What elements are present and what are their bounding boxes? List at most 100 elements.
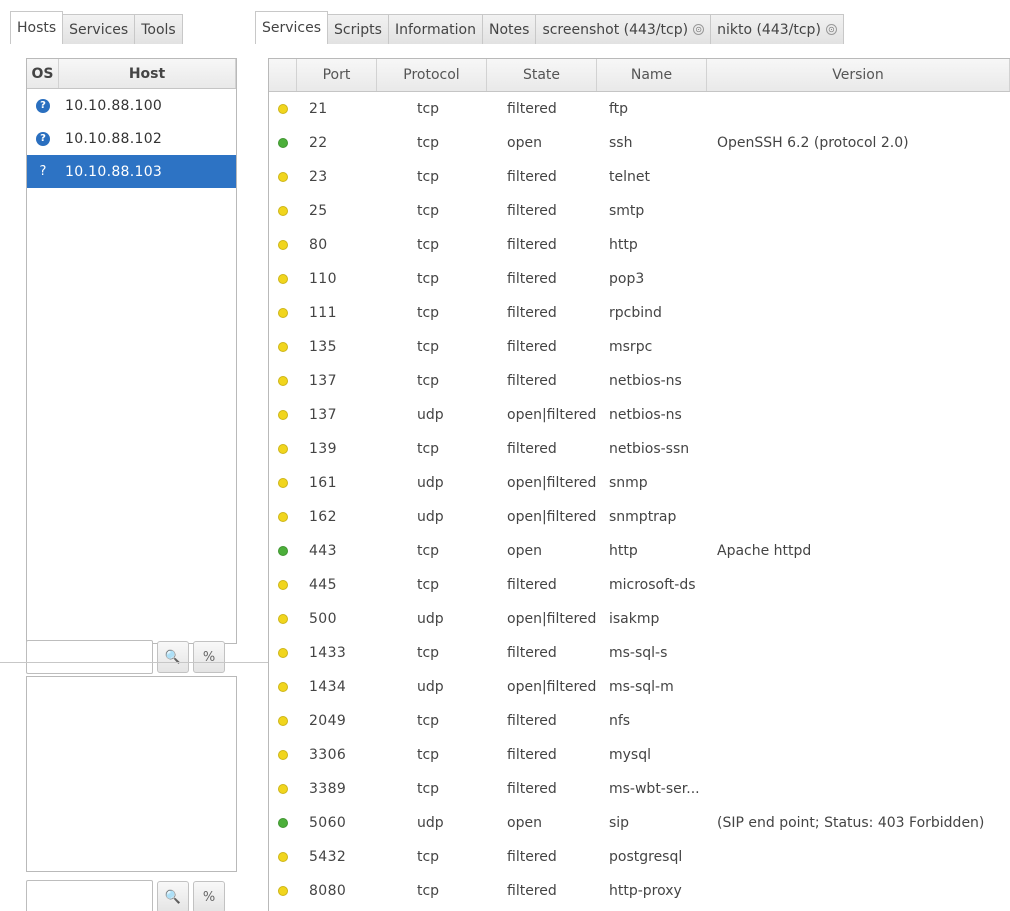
service-row[interactable]: 137 udp open|filtered netbios-ns bbox=[269, 398, 1010, 432]
close-tab-icon[interactable]: ⊙ bbox=[693, 24, 705, 35]
service-row[interactable]: 2049 tcp filtered nfs bbox=[269, 704, 1010, 738]
state-cell: filtered bbox=[507, 577, 557, 593]
tab-scripts[interactable]: Scripts bbox=[327, 14, 389, 44]
search-button-lower[interactable]: 🔍 bbox=[157, 881, 189, 911]
tab-services-left[interactable]: Services bbox=[62, 14, 136, 44]
tab-screenshot[interactable]: screenshot (443/tcp) ⊙ bbox=[535, 14, 712, 44]
column-header-os[interactable]: OS bbox=[27, 59, 59, 88]
service-row[interactable]: 110 tcp filtered pop3 bbox=[269, 262, 1010, 296]
search-button[interactable]: 🔍 bbox=[157, 641, 189, 673]
tab-tools[interactable]: Tools bbox=[134, 14, 183, 44]
name-cell: rpcbind bbox=[609, 305, 662, 321]
filtered-status-icon bbox=[278, 648, 288, 658]
name-cell: telnet bbox=[609, 169, 650, 185]
status-cell bbox=[269, 580, 297, 590]
service-row[interactable]: 3306 tcp filtered mysql bbox=[269, 738, 1010, 772]
service-row[interactable]: 161 udp open|filtered snmp bbox=[269, 466, 1010, 500]
host-row[interactable]: ? 10.10.88.102 bbox=[27, 122, 236, 155]
state-cell: filtered bbox=[507, 203, 557, 219]
hosts-table-lower bbox=[26, 676, 237, 872]
name-cell: postgresql bbox=[609, 849, 683, 865]
host-filter-input[interactable] bbox=[26, 640, 153, 674]
filter-toggle-button-lower[interactable]: % bbox=[193, 881, 225, 911]
protocol-cell: tcp bbox=[417, 169, 440, 185]
service-row[interactable]: 162 udp open|filtered snmptrap bbox=[269, 500, 1010, 534]
filtered-status-icon bbox=[278, 444, 288, 454]
state-cell: open bbox=[507, 135, 542, 151]
name-cell: microsoft-ds bbox=[609, 577, 696, 593]
status-cell bbox=[269, 784, 297, 794]
service-row[interactable]: 445 tcp filtered microsoft-ds bbox=[269, 568, 1010, 602]
tab-hosts[interactable]: Hosts bbox=[10, 11, 64, 44]
filter-toggle-button[interactable]: % bbox=[193, 641, 225, 673]
tab-notes-label: Notes bbox=[489, 21, 530, 38]
service-row[interactable]: 5060 udp open sip (SIP end point; Status: 40… bbox=[269, 806, 1010, 840]
column-header-name[interactable]: Name bbox=[597, 59, 707, 91]
service-row[interactable]: 500 udp open|filtered isakmp bbox=[269, 602, 1010, 636]
column-header-port[interactable]: Port bbox=[297, 59, 377, 91]
state-cell: open|filtered bbox=[507, 407, 597, 423]
service-row[interactable]: 5432 tcp filtered postgresql bbox=[269, 840, 1010, 874]
service-row[interactable]: 135 tcp filtered msrpc bbox=[269, 330, 1010, 364]
status-cell bbox=[269, 240, 297, 250]
service-row[interactable]: 8080 tcp filtered http-proxy bbox=[269, 874, 1010, 908]
service-row[interactable]: 80 tcp filtered http bbox=[269, 228, 1010, 262]
name-cell: http bbox=[609, 237, 638, 253]
state-cell: filtered bbox=[507, 339, 557, 355]
service-row[interactable]: 23 tcp filtered telnet bbox=[269, 160, 1010, 194]
port-cell: 3306 bbox=[309, 747, 347, 763]
search-icon: 🔍 bbox=[164, 889, 182, 905]
host-row-selected[interactable]: ? 10.10.88.103 bbox=[27, 155, 236, 188]
filtered-status-icon bbox=[278, 682, 288, 692]
tab-services[interactable]: Services bbox=[255, 11, 329, 44]
service-row[interactable]: 22 tcp open ssh OpenSSH 6.2 (protocol 2.0) bbox=[269, 126, 1010, 160]
status-cell bbox=[269, 172, 297, 182]
filtered-status-icon bbox=[278, 512, 288, 522]
host-ip: 10.10.88.102 bbox=[65, 130, 163, 147]
filtered-status-icon bbox=[278, 342, 288, 352]
protocol-cell: tcp bbox=[417, 849, 440, 865]
column-header-host[interactable]: Host bbox=[59, 59, 236, 88]
column-header-protocol[interactable]: Protocol bbox=[377, 59, 487, 91]
port-cell: 500 bbox=[309, 611, 337, 627]
tab-information[interactable]: Information bbox=[387, 14, 483, 44]
port-cell: 137 bbox=[309, 407, 337, 423]
service-row[interactable]: 1434 udp open|filtered ms-sql-m bbox=[269, 670, 1010, 704]
service-row[interactable]: 139 tcp filtered netbios-ssn bbox=[269, 432, 1010, 466]
hosts-table: OS Host ? 10.10.88.100 ? 10.10.88.102 ? … bbox=[26, 58, 237, 644]
host-row[interactable]: ? 10.10.88.100 bbox=[27, 89, 236, 122]
column-header-state[interactable]: State bbox=[487, 59, 597, 91]
port-cell: 137 bbox=[309, 373, 337, 389]
port-cell: 21 bbox=[309, 101, 328, 117]
port-cell: 22 bbox=[309, 135, 328, 151]
column-header-status[interactable] bbox=[269, 59, 297, 91]
service-row[interactable]: 443 tcp open http Apache httpd bbox=[269, 534, 1010, 568]
service-row[interactable]: 111 tcp filtered rpcbind bbox=[269, 296, 1010, 330]
version-cell: Apache httpd bbox=[717, 543, 812, 559]
name-cell: smtp bbox=[609, 203, 645, 219]
host-filter-input-lower[interactable] bbox=[26, 880, 153, 911]
service-row[interactable]: 25 tcp filtered smtp bbox=[269, 194, 1010, 228]
filtered-status-icon bbox=[278, 784, 288, 794]
close-tab-icon[interactable]: ⊙ bbox=[825, 24, 837, 35]
services-table-header: Port Protocol State Name Version bbox=[269, 59, 1010, 92]
service-row[interactable]: 3389 tcp filtered ms-wbt-ser... bbox=[269, 772, 1010, 806]
column-header-version[interactable]: Version bbox=[707, 59, 1010, 91]
protocol-cell: tcp bbox=[417, 577, 440, 593]
port-cell: 5432 bbox=[309, 849, 347, 865]
protocol-cell: tcp bbox=[417, 271, 440, 287]
name-cell: isakmp bbox=[609, 611, 660, 627]
status-cell bbox=[269, 342, 297, 352]
service-row[interactable]: 137 tcp filtered netbios-ns bbox=[269, 364, 1010, 398]
port-cell: 110 bbox=[309, 271, 337, 287]
port-cell: 5060 bbox=[309, 815, 347, 831]
tab-tools-label: Tools bbox=[141, 21, 176, 38]
tab-nikto[interactable]: nikto (443/tcp) ⊙ bbox=[710, 14, 844, 44]
service-row[interactable]: 21 tcp filtered ftp bbox=[269, 92, 1010, 126]
protocol-cell: tcp bbox=[417, 237, 440, 253]
tab-notes[interactable]: Notes bbox=[482, 14, 537, 44]
status-cell bbox=[269, 614, 297, 624]
name-cell: http bbox=[609, 543, 638, 559]
right-tab-bar: Services Scripts Information Notes scree… bbox=[255, 8, 844, 44]
service-row[interactable]: 1433 tcp filtered ms-sql-s bbox=[269, 636, 1010, 670]
